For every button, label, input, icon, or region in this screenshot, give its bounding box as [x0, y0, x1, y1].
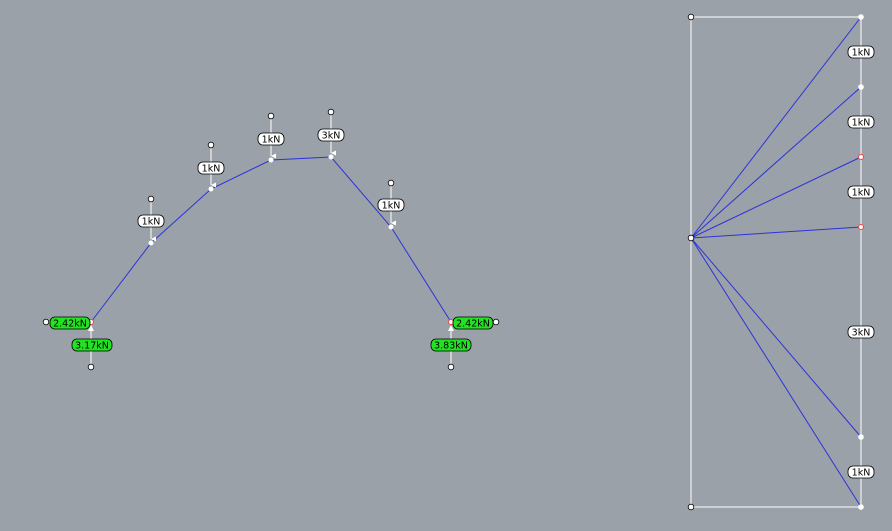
funicular-node-3[interactable] — [268, 157, 274, 163]
load-line-node-6[interactable] — [858, 504, 864, 510]
load-line-node-2[interactable] — [858, 84, 864, 90]
load-label-4: 3kN — [317, 128, 345, 142]
funicular-node-2[interactable] — [208, 186, 214, 192]
right-vertical-reaction-handle[interactable] — [447, 363, 455, 371]
load-handle-4[interactable] — [327, 108, 335, 116]
load-label-4-text: 3kN — [322, 131, 341, 142]
ray-2 — [690, 86, 862, 239]
right-vertical-reaction-text: 3.83kN — [434, 341, 468, 352]
force-label-1-text: 1kN — [852, 48, 871, 59]
force-rays — [690, 16, 862, 508]
load-label-2: 1kN — [197, 161, 225, 175]
load-handle-5[interactable] — [387, 179, 395, 187]
left-vertical-reaction-label: 3.17kN — [71, 338, 113, 352]
force-label-1: 1kN — [847, 45, 875, 59]
force-label-2: 1kN — [847, 115, 875, 129]
load-lines — [150, 112, 396, 242]
force-label-4-text: 3kN — [852, 328, 871, 339]
right-vertical-reaction-label: 3.83kN — [430, 338, 472, 352]
load-handle-2[interactable] — [207, 141, 215, 149]
load-line-node-1[interactable] — [858, 14, 864, 20]
reaction-lines — [46, 321, 496, 367]
load-handle-3[interactable] — [267, 112, 275, 120]
load-label-5-text: 1kN — [382, 201, 401, 212]
force-label-2-text: 1kN — [852, 118, 871, 129]
ray-6 — [690, 237, 862, 508]
force-label-5: 1kN — [847, 465, 875, 479]
funicular-node-5[interactable] — [388, 224, 394, 230]
load-line-node-4[interactable] — [858, 224, 864, 230]
ray-4 — [690, 226, 862, 239]
load-line-node-3[interactable] — [858, 154, 864, 160]
load-label-3: 1kN — [257, 132, 285, 146]
funicular-nodes[interactable] — [148, 154, 394, 246]
load-handle-1[interactable] — [147, 195, 155, 203]
right-horizontal-reaction-text: 2.42kN — [456, 319, 490, 330]
left-horizontal-reaction-handle[interactable] — [42, 318, 50, 326]
load-label-1: 1kN — [137, 214, 165, 228]
force-label-4: 3kN — [847, 325, 875, 339]
diagram-canvas: 1kN 1kN 1kN 3kN 1kN 2.42kN 3.17kN 2.42kN… — [42, 13, 875, 511]
ray-5 — [690, 237, 862, 438]
load-label-2-text: 1kN — [202, 164, 221, 175]
left-horizontal-reaction-label: 2.42kN — [49, 316, 91, 330]
load-label-3-text: 1kN — [262, 135, 281, 146]
ray-1 — [690, 16, 862, 239]
left-vertical-reaction-text: 3.17kN — [75, 341, 109, 352]
force-diagram: 1kN 1kN 1kN 3kN 1kN — [687, 13, 875, 511]
right-horizontal-reaction-label: 2.42kN — [452, 316, 494, 330]
left-horizontal-reaction-text: 2.42kN — [53, 319, 87, 330]
force-diagram-frame — [690, 16, 862, 508]
funicular-node-4[interactable] — [328, 154, 334, 160]
funicular-node-1[interactable] — [148, 240, 154, 246]
form-diagram: 1kN 1kN 1kN 3kN 1kN 2.42kN 3.17kN 2.42kN… — [42, 108, 500, 371]
force-label-5-text: 1kN — [852, 468, 871, 479]
right-horizontal-reaction-handle[interactable] — [492, 318, 500, 326]
left-vertical-reaction-handle[interactable] — [87, 363, 95, 371]
force-label-3: 1kN — [847, 185, 875, 199]
force-label-3-text: 1kN — [852, 188, 871, 199]
load-line-node-5[interactable] — [858, 434, 864, 440]
ray-3 — [690, 156, 862, 239]
funicular-polygon[interactable] — [90, 156, 452, 323]
load-label-5: 1kN — [377, 198, 405, 212]
pole-node[interactable] — [687, 234, 695, 242]
frame-corner-top-left[interactable] — [687, 13, 695, 21]
load-label-1-text: 1kN — [142, 217, 161, 228]
frame-corner-bottom-left[interactable] — [687, 503, 695, 511]
